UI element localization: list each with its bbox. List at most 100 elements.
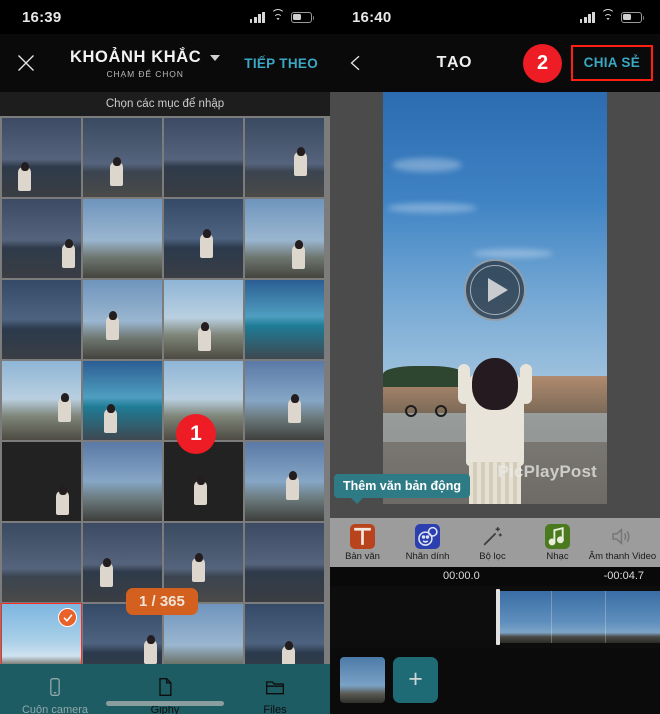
photo-cell[interactable] bbox=[83, 199, 162, 278]
play-icon bbox=[488, 277, 508, 302]
import-hint: Chọn các mục để nhập bbox=[0, 92, 330, 116]
edit-toolbar[interactable]: Bản văn Nhãn dính Bộ lọc Nhạc Âm thanh Video… bbox=[330, 518, 660, 567]
photo-subject bbox=[18, 162, 31, 191]
photo-cell[interactable] bbox=[2, 442, 81, 521]
check-circle-icon[interactable] bbox=[58, 608, 77, 627]
photo-cell[interactable] bbox=[164, 442, 243, 521]
photo-cell[interactable] bbox=[164, 199, 243, 278]
photo-cell[interactable]: 00:00 bbox=[245, 604, 324, 664]
playhead[interactable] bbox=[496, 589, 500, 645]
video-preview-stage[interactable]: PicPlayPost Thêm văn bản động bbox=[330, 92, 660, 518]
right-phone-panel: 16:40 TẠO CHIA SẺ 2 PicPlayPost Thêm văn… bbox=[330, 0, 660, 714]
photo-cell[interactable] bbox=[245, 199, 324, 278]
filmstrip-thumbnail[interactable] bbox=[340, 656, 385, 703]
share-button-label: CHIA SẺ bbox=[583, 55, 640, 70]
photo-subject bbox=[286, 471, 299, 500]
battery-icon bbox=[291, 11, 315, 23]
share-button[interactable]: CHIA SẺ bbox=[570, 45, 653, 81]
status-bar-left: 16:39 bbox=[0, 0, 330, 34]
step-badge-2: 2 bbox=[523, 44, 562, 83]
text-icon bbox=[350, 523, 375, 549]
cellular-bars-icon bbox=[579, 11, 595, 23]
preview-cloud bbox=[391, 157, 462, 172]
preview-motorbike bbox=[405, 397, 448, 417]
cellular-bars-icon bbox=[249, 11, 265, 23]
wifi-icon bbox=[601, 8, 615, 23]
photo-cell[interactable] bbox=[83, 280, 162, 359]
photo-subject bbox=[110, 157, 123, 186]
album-title-block[interactable]: KHOẢNH KHẮC CHẠM ĐỂ CHỌN bbox=[46, 48, 244, 79]
left-phone-panel: 16:39 KHOẢNH KHẮC CHẠM ĐỂ CHỌN TIẾP THEO… bbox=[0, 0, 330, 714]
photo-thumbnail bbox=[83, 199, 162, 278]
photo-subject bbox=[198, 322, 211, 351]
page-subtitle: CHẠM ĐỂ CHỌN bbox=[106, 68, 184, 79]
preview-sky bbox=[383, 92, 607, 377]
file-icon bbox=[159, 678, 172, 696]
video-preview[interactable]: PicPlayPost bbox=[383, 92, 607, 504]
chevron-down-icon[interactable] bbox=[210, 55, 221, 61]
photo-thumbnail bbox=[245, 442, 324, 521]
photo-subject bbox=[292, 240, 305, 269]
photo-subject bbox=[100, 558, 113, 587]
selection-counter: 1 / 365 bbox=[126, 588, 198, 615]
photo-cell[interactable] bbox=[2, 523, 81, 602]
photo-thumbnail bbox=[245, 361, 324, 440]
photo-cell[interactable] bbox=[2, 199, 81, 278]
add-motion-text-tooltip[interactable]: Thêm văn bản động bbox=[334, 474, 471, 504]
timeline-clip[interactable] bbox=[497, 591, 660, 643]
remaining-time: -00:04.7 bbox=[603, 570, 644, 582]
edit-tool-music-note[interactable]: Nhạc bbox=[525, 523, 590, 562]
dual-phone-screenshot: 16:39 KHOẢNH KHẮC CHẠM ĐỂ CHỌN TIẾP THEO… bbox=[0, 0, 660, 714]
photo-cell[interactable] bbox=[245, 523, 324, 602]
close-button[interactable] bbox=[0, 34, 52, 92]
close-icon bbox=[18, 55, 34, 71]
folder-icon bbox=[266, 681, 284, 695]
photo-cell[interactable] bbox=[245, 280, 324, 359]
preview-trees bbox=[383, 365, 464, 387]
photo-cell[interactable] bbox=[164, 118, 243, 197]
photo-cell[interactable] bbox=[164, 280, 243, 359]
sidebar-item-label: Files bbox=[263, 704, 287, 714]
sidebar-item-files[interactable]: Files bbox=[220, 676, 330, 714]
photo-cell[interactable] bbox=[2, 280, 81, 359]
status-time: 16:40 bbox=[352, 8, 392, 26]
add-clip-button[interactable]: + bbox=[393, 656, 438, 703]
left-tab-bar[interactable]: Cuộn camera Giphy Files bbox=[0, 664, 330, 714]
photo-subject bbox=[294, 147, 307, 176]
edit-tool-sticker[interactable]: Nhãn dính bbox=[395, 523, 460, 562]
photo-grid[interactable]: 00:0400:0200:00 bbox=[0, 116, 330, 664]
speaker-icon bbox=[610, 524, 635, 549]
photo-cell[interactable] bbox=[245, 118, 324, 197]
photo-thumbnail bbox=[83, 442, 162, 521]
edit-tool-speaker[interactable]: Âm thanh Video bbox=[589, 524, 656, 562]
sidebar-item-camera-roll[interactable]: Cuộn camera bbox=[0, 676, 110, 714]
photo-cell[interactable] bbox=[2, 361, 81, 440]
photo-cell[interactable] bbox=[2, 118, 81, 197]
step-badge-1: 1 bbox=[176, 414, 216, 454]
next-button[interactable]: TIẾP THEO bbox=[244, 56, 330, 71]
sticker-icon bbox=[415, 523, 440, 549]
clip-filmstrip[interactable]: + bbox=[330, 648, 660, 711]
photo-cell[interactable] bbox=[83, 361, 162, 440]
photo-cell[interactable] bbox=[83, 442, 162, 521]
photo-cell[interactable] bbox=[245, 442, 324, 521]
edit-tool-text[interactable]: Bản văn bbox=[330, 523, 395, 562]
photo-cell-selected[interactable] bbox=[1, 603, 82, 664]
play-button[interactable] bbox=[464, 258, 526, 321]
music-note-icon bbox=[545, 523, 570, 549]
status-time: 16:39 bbox=[22, 8, 62, 26]
photo-thumbnail bbox=[245, 199, 324, 278]
status-bar-right: 16:40 bbox=[330, 0, 660, 34]
photo-cell[interactable] bbox=[245, 361, 324, 440]
photo-subject bbox=[200, 229, 213, 258]
photo-thumbnail bbox=[164, 118, 243, 197]
sidebar-item-giphy[interactable]: Giphy bbox=[110, 676, 220, 714]
photo-cell[interactable] bbox=[83, 118, 162, 197]
photo-subject bbox=[104, 404, 117, 433]
import-hint-label: Chọn các mục để nhập bbox=[105, 98, 225, 110]
edit-tool-magic-wand[interactable]: Bộ lọc bbox=[460, 524, 525, 562]
edit-tool-microphone[interactable]: Lồng bbox=[655, 524, 660, 562]
photo-subject bbox=[56, 486, 69, 515]
timeline-track[interactable] bbox=[330, 586, 660, 648]
plus-icon: + bbox=[408, 665, 423, 693]
